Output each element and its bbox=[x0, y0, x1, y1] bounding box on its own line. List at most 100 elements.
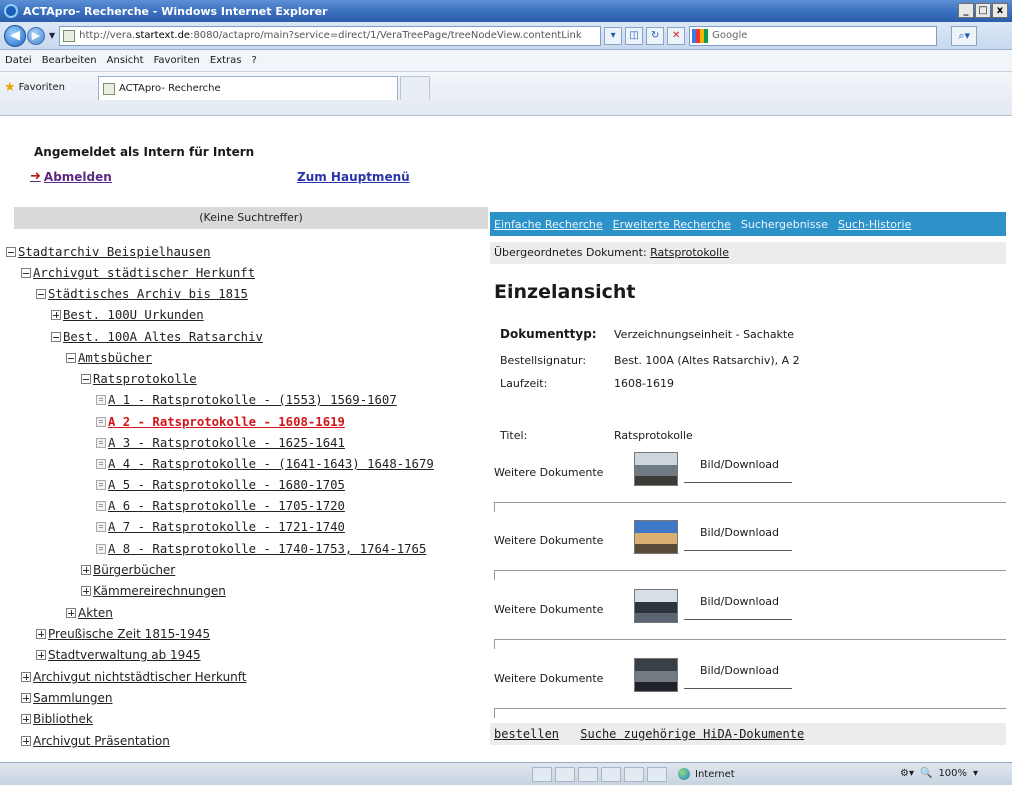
parent-document-link[interactable]: Ratsprotokolle bbox=[650, 246, 729, 259]
menu-favoriten[interactable]: Favoriten bbox=[154, 55, 200, 66]
tree-node[interactable]: Best. 100A Altes Ratsarchiv bbox=[51, 329, 263, 345]
collapse-icon[interactable] bbox=[21, 268, 31, 278]
hida-search-link[interactable]: Suche zugehörige HiDA-Dokumente bbox=[580, 727, 804, 741]
tree-node-label[interactable]: Archivgut städtischer Herkunft bbox=[33, 266, 255, 280]
tree-node-label[interactable]: A 4 - Ratsprotokolle - (1641-1643) 1648-… bbox=[108, 457, 434, 471]
menu-ansicht[interactable]: Ansicht bbox=[107, 55, 144, 66]
tree-node[interactable]: Amtsbücher bbox=[66, 350, 152, 366]
tree-node[interactable]: A 2 - Ratsprotokolle - 1608-1619 bbox=[96, 414, 345, 430]
download-link[interactable]: Bild/Download bbox=[700, 595, 779, 608]
collapse-icon[interactable] bbox=[36, 289, 46, 299]
document-thumbnail[interactable] bbox=[634, 658, 678, 692]
tree-node[interactable]: Stadtverwaltung ab 1945 bbox=[36, 647, 201, 663]
zoom-dropdown-icon[interactable]: ▾ bbox=[973, 768, 978, 779]
tree-node[interactable]: A 7 - Ratsprotokolle - 1721-1740 bbox=[96, 519, 345, 535]
tree-node[interactable]: A 4 - Ratsprotokolle - (1641-1643) 1648-… bbox=[96, 456, 434, 472]
menu-help[interactable]: ? bbox=[252, 55, 257, 66]
maximize-button[interactable]: □ bbox=[975, 3, 991, 18]
tree-node[interactable]: A 5 - Ratsprotokolle - 1680-1705 bbox=[96, 477, 345, 493]
tree-node-label[interactable]: Bürgerbücher bbox=[93, 563, 175, 577]
tree-node-label[interactable]: Preußische Zeit 1815-1945 bbox=[48, 627, 210, 641]
collapse-icon[interactable] bbox=[66, 353, 76, 363]
zoom-control[interactable]: ⚙▾ 🔍 100% ▾ bbox=[900, 768, 978, 779]
tree-node-label[interactable]: A 1 - Ratsprotokolle - (1553) 1569-1607 bbox=[108, 393, 397, 407]
tree-node-label[interactable]: Sammlungen bbox=[33, 691, 113, 705]
forward-button[interactable]: ▶ bbox=[27, 26, 45, 45]
expand-icon[interactable] bbox=[21, 693, 31, 703]
tree-node-label[interactable]: Best. 100A Altes Ratsarchiv bbox=[63, 330, 263, 344]
document-thumbnail[interactable] bbox=[634, 589, 678, 623]
logout-link[interactable]: ➜ Abmelden bbox=[30, 169, 112, 184]
collapse-icon[interactable] bbox=[6, 247, 16, 257]
expand-icon[interactable] bbox=[36, 650, 46, 660]
minimize-button[interactable]: _ bbox=[958, 3, 974, 18]
tree-node-label[interactable]: Bibliothek bbox=[33, 712, 93, 726]
refresh-icon[interactable]: ↻ bbox=[646, 26, 665, 45]
menu-datei[interactable]: Datei bbox=[5, 55, 32, 66]
tree-node-label[interactable]: A 8 - Ratsprotokolle - 1740-1753, 1764-1… bbox=[108, 542, 426, 556]
expand-icon[interactable] bbox=[81, 586, 91, 596]
tree-node[interactable]: Stadtarchiv Beispielhausen bbox=[6, 244, 211, 260]
tree-node-label[interactable]: Archivgut Präsentation bbox=[33, 734, 170, 748]
expand-icon[interactable] bbox=[51, 310, 61, 320]
collapse-icon[interactable] bbox=[51, 332, 61, 342]
expand-icon[interactable] bbox=[21, 736, 31, 746]
tree-node-label[interactable]: Archivgut nichtstädtischer Herkunft bbox=[33, 670, 247, 684]
tree-node-label[interactable]: A 2 - Ratsprotokolle - 1608-1619 bbox=[108, 415, 345, 429]
document-thumbnail[interactable] bbox=[634, 452, 678, 486]
menu-bearbeiten[interactable]: Bearbeiten bbox=[42, 55, 97, 66]
security-zone[interactable]: Internet bbox=[678, 768, 735, 780]
tab-erweiterte-recherche[interactable]: Erweiterte Recherche bbox=[613, 218, 731, 231]
tree-node[interactable]: Kämmereirechnungen bbox=[81, 583, 226, 599]
tree-node[interactable]: Bibliothek bbox=[21, 711, 93, 727]
history-dropdown-icon[interactable]: ▼ bbox=[49, 31, 55, 40]
tree-node-label[interactable]: Akten bbox=[78, 606, 113, 620]
close-window-button[interactable]: x bbox=[992, 3, 1008, 18]
tree-node-label[interactable]: Stadtarchiv Beispielhausen bbox=[18, 245, 211, 259]
tree-node-label[interactable]: Amtsbücher bbox=[78, 351, 152, 365]
expand-icon[interactable] bbox=[21, 714, 31, 724]
search-input[interactable]: Google bbox=[689, 25, 938, 46]
tree-node[interactable]: Preußische Zeit 1815-1945 bbox=[36, 626, 210, 642]
tree-node[interactable]: Best. 100U Urkunden bbox=[51, 307, 204, 323]
expand-icon[interactable] bbox=[81, 565, 91, 575]
download-link[interactable]: Bild/Download bbox=[700, 664, 779, 677]
tree-node-label[interactable]: A 3 - Ratsprotokolle - 1625-1641 bbox=[108, 436, 345, 450]
tree-node-label[interactable]: A 6 - Ratsprotokolle - 1705-1720 bbox=[108, 499, 345, 513]
tree-node[interactable]: Städtisches Archiv bis 1815 bbox=[36, 286, 248, 302]
compatibility-icon[interactable]: ◫ bbox=[625, 26, 644, 45]
favorites-button[interactable]: ★ Favoriten bbox=[4, 80, 65, 95]
new-tab-button[interactable] bbox=[400, 76, 430, 100]
tree-node[interactable]: Akten bbox=[66, 605, 113, 621]
tree-node-label[interactable]: A 7 - Ratsprotokolle - 1721-1740 bbox=[108, 520, 345, 534]
address-dropdown-button[interactable]: ▾ bbox=[604, 26, 623, 45]
tree-node[interactable]: A 6 - Ratsprotokolle - 1705-1720 bbox=[96, 498, 345, 514]
protected-mode-icon[interactable]: ⚙▾ bbox=[900, 768, 914, 779]
tree-node-label[interactable]: Best. 100U Urkunden bbox=[63, 308, 204, 322]
expand-icon[interactable] bbox=[21, 672, 31, 682]
tree-node-label[interactable]: Kämmereirechnungen bbox=[93, 584, 226, 598]
tab-such-historie[interactable]: Such-Historie bbox=[838, 218, 911, 231]
tab-suchergebnisse[interactable]: Suchergebnisse bbox=[741, 218, 828, 231]
document-thumbnail[interactable] bbox=[634, 520, 678, 554]
address-input[interactable]: http://vera. startext.de:8080/actapro/mai… bbox=[59, 25, 602, 46]
menu-extras[interactable]: Extras bbox=[210, 55, 242, 66]
expand-icon[interactable] bbox=[66, 608, 76, 618]
order-link[interactable]: bestellen bbox=[494, 727, 559, 741]
search-go-icon[interactable]: ⌕▾ bbox=[951, 25, 978, 46]
download-link[interactable]: Bild/Download bbox=[700, 458, 779, 471]
tree-node-label[interactable]: Ratsprotokolle bbox=[93, 372, 197, 386]
tab-einfache-recherche[interactable]: Einfache Recherche bbox=[494, 218, 603, 231]
expand-icon[interactable] bbox=[36, 629, 46, 639]
back-button[interactable]: ◀ bbox=[4, 24, 26, 47]
tree-node-label[interactable]: A 5 - Ratsprotokolle - 1680-1705 bbox=[108, 478, 345, 492]
tree-node-label[interactable]: Städtisches Archiv bis 1815 bbox=[48, 287, 248, 301]
download-link[interactable]: Bild/Download bbox=[700, 526, 779, 539]
tree-node[interactable]: Archivgut städtischer Herkunft bbox=[21, 265, 255, 281]
collapse-icon[interactable] bbox=[81, 374, 91, 384]
stop-icon[interactable]: ✕ bbox=[667, 26, 686, 45]
tree-node[interactable]: Archivgut nichtstädtischer Herkunft bbox=[21, 669, 247, 685]
tree-node-label[interactable]: Stadtverwaltung ab 1945 bbox=[48, 648, 201, 662]
main-menu-link[interactable]: Zum Hauptmenü bbox=[297, 170, 410, 184]
browser-tab-active[interactable]: ACTApro- Recherche bbox=[98, 76, 398, 100]
